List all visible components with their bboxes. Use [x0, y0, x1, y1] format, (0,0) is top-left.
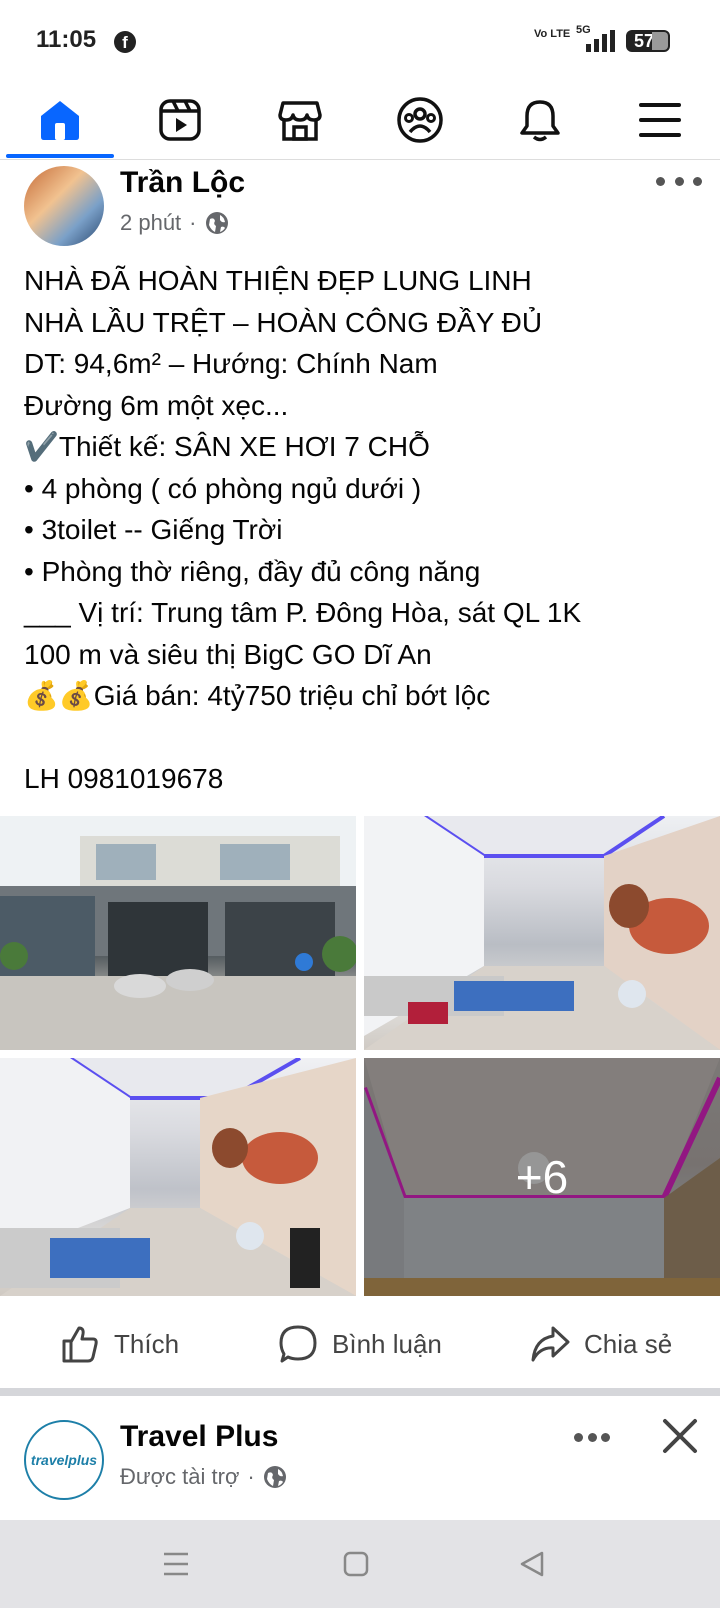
home-button[interactable]	[334, 1542, 378, 1586]
post-photo-living-room-2[interactable]	[0, 1058, 356, 1296]
post-contact: LH 0981019678	[24, 763, 224, 794]
tab-reels[interactable]	[120, 80, 240, 160]
post-time[interactable]: 2 phút	[120, 210, 181, 236]
post-author[interactable]: Trần Lộc	[120, 166, 245, 200]
tab-notifications[interactable]	[480, 80, 600, 160]
feed-separator	[0, 1388, 720, 1396]
meta-separator: ·	[189, 210, 197, 235]
back-button[interactable]	[510, 1542, 554, 1586]
more-photos-count: +6	[515, 1151, 569, 1203]
home-button-icon	[343, 1551, 369, 1577]
volte-indicator: Vo LTE	[534, 28, 571, 40]
post-actions: Thích Bình luận Chia sẻ	[0, 1300, 720, 1388]
comment-button[interactable]: Bình luận	[278, 1300, 442, 1388]
living-room-illustration	[364, 816, 720, 1050]
tab-marketplace[interactable]	[240, 80, 360, 160]
sponsor-options-button[interactable]	[574, 1422, 610, 1452]
like-button[interactable]: Thích	[60, 1300, 179, 1388]
facebook-icon: f	[114, 31, 136, 53]
signal-icon	[586, 30, 615, 52]
comment-icon	[279, 1325, 317, 1363]
top-navigation	[0, 80, 720, 160]
notifications-icon	[520, 100, 560, 142]
post-line: DT: 94,6m² – Hướng: Chính Nam	[24, 348, 438, 379]
like-label: Thích	[114, 1328, 180, 1359]
comment-label: Bình luận	[332, 1328, 442, 1359]
post-line: 100 m và siêu thị BigC GO Dĩ An	[24, 638, 432, 670]
marketplace-icon	[278, 101, 322, 141]
sponsor-avatar[interactable]: travelplus	[24, 1420, 104, 1500]
menu-icon	[639, 103, 681, 137]
post-line: ✔️Thiết kế: SÂN XE HƠI 7 CHỖ	[24, 431, 430, 462]
globe-icon	[263, 1466, 286, 1488]
status-time: 11:05	[36, 26, 97, 53]
post-line: • Phòng thờ riêng, đầy đủ công năng	[24, 555, 481, 587]
home-icon	[41, 101, 79, 140]
groups-icon	[397, 97, 443, 143]
post-line: NHÀ LẦU TRỆT – HOÀN CÔNG ĐẦY ĐỦ	[24, 306, 543, 338]
post-line: NHÀ ĐÃ HOÀN THIỆN ĐẸP LUNG LINH	[24, 265, 532, 296]
post-photo-more[interactable]: +6	[364, 1058, 720, 1296]
like-icon	[62, 1326, 98, 1363]
post-meta: 2 phút ·	[120, 210, 229, 236]
system-navigation-bar	[0, 1520, 720, 1608]
post-line: Đường 6m một xẹc...	[24, 389, 289, 421]
share-button[interactable]: Chia sẻ	[530, 1300, 672, 1388]
globe-icon	[205, 212, 228, 234]
share-icon	[531, 1326, 570, 1362]
meta-separator: ·	[247, 1464, 255, 1489]
status-bar: 11:05 f Vo LTE 5G 57	[0, 0, 720, 80]
close-icon[interactable]	[660, 1416, 700, 1456]
sponsor-meta: Được tài trợ ·	[120, 1464, 287, 1490]
post-body: NHÀ ĐÃ HOÀN THIỆN ĐẸP LUNG LINH NHÀ LẦU …	[24, 260, 704, 800]
post-line: 💰💰Giá bán: 4tỷ750 triệu chỉ bớt lộc	[24, 680, 491, 711]
tab-groups[interactable]	[360, 80, 480, 160]
tab-menu[interactable]	[600, 80, 720, 160]
reels-icon	[159, 99, 201, 141]
sponsor-name[interactable]: Travel Plus	[120, 1420, 278, 1454]
recent-apps-button[interactable]	[154, 1542, 198, 1586]
post-photo-house-exterior[interactable]	[0, 816, 356, 1050]
recent-apps-icon	[164, 1552, 188, 1576]
sponsored-label: Được tài trợ	[120, 1464, 240, 1489]
post-line: ___ Vị trí: Trung tâm P. Đông Hòa, sát Q…	[24, 597, 582, 628]
post-line: • 3toilet -- Giếng Trời	[24, 514, 283, 545]
post-options-button[interactable]	[656, 166, 702, 196]
battery-indicator: 57	[626, 30, 670, 52]
avatar[interactable]	[24, 166, 104, 246]
sponsor-logo-text: travelplus	[30, 1452, 98, 1468]
tab-home[interactable]	[0, 80, 120, 160]
house-exterior-illustration	[0, 816, 356, 1050]
back-icon	[520, 1551, 544, 1577]
active-tab-indicator	[6, 154, 114, 158]
post-line: • 4 phòng ( có phòng ngủ dưới )	[24, 472, 422, 504]
living-room-illustration	[0, 1058, 356, 1296]
post-photo-living-room[interactable]	[364, 816, 720, 1050]
share-label: Chia sẻ	[584, 1328, 673, 1359]
